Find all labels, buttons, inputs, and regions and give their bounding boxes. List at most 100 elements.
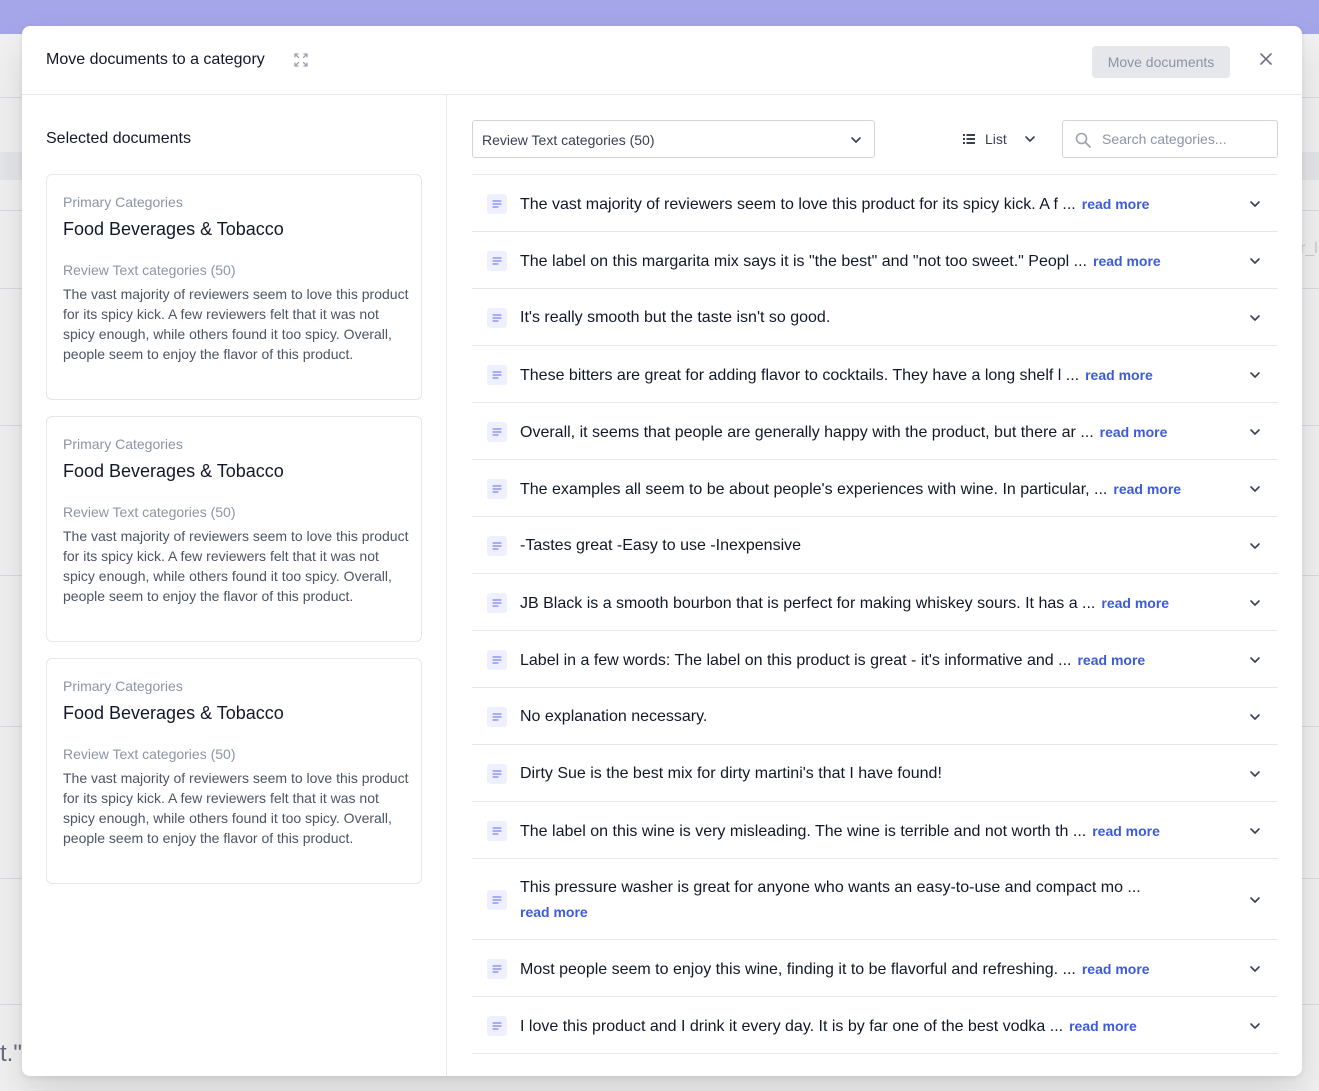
category-row[interactable]: The label on this margarita mix says it … <box>472 232 1278 289</box>
category-row-text-block: The label on this wine is very misleadin… <box>520 821 1200 842</box>
chevron-down-icon[interactable] <box>1249 1020 1261 1032</box>
category-row[interactable]: These bitters are great for adding flavo… <box>472 346 1278 403</box>
move-documents-button[interactable]: Move documents <box>1092 46 1230 78</box>
read-more-link[interactable]: read more <box>1092 823 1160 839</box>
read-more-link[interactable]: read more <box>1101 595 1169 611</box>
category-row-text-block: The examples all seem to be about people… <box>520 479 1200 500</box>
chevron-down-icon[interactable] <box>1249 312 1261 324</box>
modal-header: Move documents to a category Move docume… <box>22 26 1302 95</box>
category-row[interactable]: Most people seem to enjoy this wine, fin… <box>472 940 1278 997</box>
category-label: Most people seem to enjoy this wine, fin… <box>520 961 1076 978</box>
view-mode-dropdown[interactable]: List <box>959 120 1049 158</box>
category-row-text-block: Most people seem to enjoy this wine, fin… <box>520 959 1200 980</box>
category-row-text-block: The vast majority of reviewers seem to l… <box>520 194 1200 215</box>
chevron-down-icon[interactable] <box>1249 369 1261 381</box>
chevron-down-icon[interactable] <box>1249 597 1261 609</box>
review-text-summary: The vast majority of reviewers seem to l… <box>63 286 409 362</box>
close-icon[interactable] <box>1258 51 1274 67</box>
category-row-text-block: Label in a few words: The label on this … <box>520 650 1200 671</box>
document-icon <box>487 479 507 499</box>
category-row[interactable]: The vast majority of reviewers seem to l… <box>472 175 1278 232</box>
category-row-text-block: These bitters are great for adding flavo… <box>520 365 1200 386</box>
category-row[interactable]: Label in a few words: The label on this … <box>472 631 1278 688</box>
chevron-down-icon[interactable] <box>1249 963 1261 975</box>
selected-documents-heading: Selected documents <box>46 130 191 147</box>
category-row-text-block: -Tastes great -Easy to use -Inexpensive <box>520 536 1200 556</box>
review-text-summary: The vast majority of reviewers seem to l… <box>63 770 409 846</box>
selected-document-card: Primary Categories Food Beverages & Toba… <box>46 658 422 884</box>
category-label: I love this product and I drink it every… <box>520 1018 1064 1035</box>
search-categories-input[interactable] <box>1102 121 1272 157</box>
chevron-down-icon[interactable] <box>1249 894 1261 906</box>
chevron-down-icon[interactable] <box>1249 540 1261 552</box>
chevron-down-icon[interactable] <box>1249 768 1261 780</box>
search-icon <box>1075 132 1091 148</box>
document-icon <box>487 764 507 784</box>
read-more-link[interactable]: read more <box>520 902 1200 922</box>
review-text-categories-label: Review Text categories (50) <box>63 504 236 520</box>
category-row-text-block: Overall, it seems that people are genera… <box>520 422 1200 443</box>
category-row-text-block: No explanation necessary. <box>520 707 1200 727</box>
category-row[interactable]: JB Black is a smooth bourbon that is per… <box>472 574 1278 631</box>
document-icon <box>487 308 507 328</box>
primary-category-value: Food Beverages & Tobacco <box>63 219 284 239</box>
chevron-down-icon[interactable] <box>1249 483 1261 495</box>
category-list: The vast majority of reviewers seem to l… <box>472 174 1278 1076</box>
review-text-summary: The vast majority of reviewers seem to l… <box>63 528 409 604</box>
category-row[interactable]: The label on this wine is very misleadin… <box>472 802 1278 859</box>
category-label: -Tastes great -Easy to use -Inexpensive <box>520 537 802 554</box>
read-more-link[interactable]: read more <box>1082 961 1150 977</box>
primary-categories-label: Primary Categories <box>63 678 183 694</box>
document-icon <box>487 1016 507 1036</box>
category-label: The label on this wine is very misleadin… <box>520 823 1087 840</box>
category-row[interactable]: -Tastes great -Easy to use -Inexpensive <box>472 517 1278 574</box>
category-label: Dirty Sue is the best mix for dirty mart… <box>520 765 942 782</box>
modal-title: Move documents to a category <box>46 51 265 68</box>
read-more-link[interactable]: read more <box>1077 652 1145 668</box>
read-more-link[interactable]: read more <box>1093 253 1161 269</box>
chevron-down-icon <box>1025 136 1035 142</box>
view-mode-label: List <box>985 131 1007 147</box>
chevron-down-icon[interactable] <box>1249 198 1261 210</box>
read-more-link[interactable]: read more <box>1113 481 1181 497</box>
review-text-categories-label: Review Text categories (50) <box>63 746 236 762</box>
read-more-link[interactable]: read more <box>1085 367 1153 383</box>
primary-category-value: Food Beverages & Tobacco <box>63 703 284 723</box>
category-group-select[interactable]: Review Text categories (50) <box>472 120 875 158</box>
primary-category-value: Food Beverages & Tobacco <box>63 461 284 481</box>
category-row-text-block: Dirty Sue is the best mix for dirty mart… <box>520 764 1200 784</box>
category-group-select-value: Review Text categories (50) <box>482 132 655 148</box>
category-label: JB Black is a smooth bourbon that is per… <box>520 595 1096 612</box>
chevron-down-icon[interactable] <box>1249 825 1261 837</box>
document-icon <box>487 959 507 979</box>
category-label: No explanation necessary. <box>520 708 708 725</box>
expand-arrows-icon[interactable] <box>294 53 308 67</box>
category-row[interactable]: It's really smooth but the taste isn't s… <box>472 289 1278 346</box>
move-documents-modal: Move documents to a category Move docume… <box>22 26 1302 1076</box>
chevron-down-icon[interactable] <box>1249 426 1261 438</box>
category-row[interactable]: No explanation necessary. <box>472 688 1278 745</box>
category-row[interactable]: Dirty Sue is the best mix for dirty mart… <box>472 745 1278 802</box>
category-row[interactable]: This pressure washer is great for anyone… <box>472 859 1278 940</box>
read-more-link[interactable]: read more <box>1082 196 1150 212</box>
category-row[interactable]: Overall, it seems that people are genera… <box>472 403 1278 460</box>
document-icon <box>487 593 507 613</box>
read-more-link[interactable]: read more <box>1100 424 1168 440</box>
category-row[interactable]: The examples all seem to be about people… <box>472 460 1278 517</box>
list-icon <box>963 134 975 144</box>
category-label: This pressure washer is great for anyone… <box>520 879 1141 896</box>
selected-documents-panel: Selected documents Primary Categories Fo… <box>22 95 447 1076</box>
review-text-categories-label: Review Text categories (50) <box>63 262 236 278</box>
category-label: It's really smooth but the taste isn't s… <box>520 309 831 326</box>
document-icon <box>487 890 507 910</box>
read-more-link[interactable]: read more <box>1069 1018 1137 1034</box>
chevron-down-icon[interactable] <box>1249 654 1261 666</box>
category-row[interactable]: I love this product and I drink it every… <box>472 997 1278 1054</box>
document-icon <box>487 251 507 271</box>
chevron-down-icon[interactable] <box>1249 255 1261 267</box>
categories-panel: Review Text categories (50) List Search … <box>447 95 1302 1076</box>
document-icon <box>487 536 507 556</box>
chevron-down-icon[interactable] <box>1249 711 1261 723</box>
category-label: The examples all seem to be about people… <box>520 481 1108 498</box>
category-row-text-block: It's really smooth but the taste isn't s… <box>520 308 1200 328</box>
